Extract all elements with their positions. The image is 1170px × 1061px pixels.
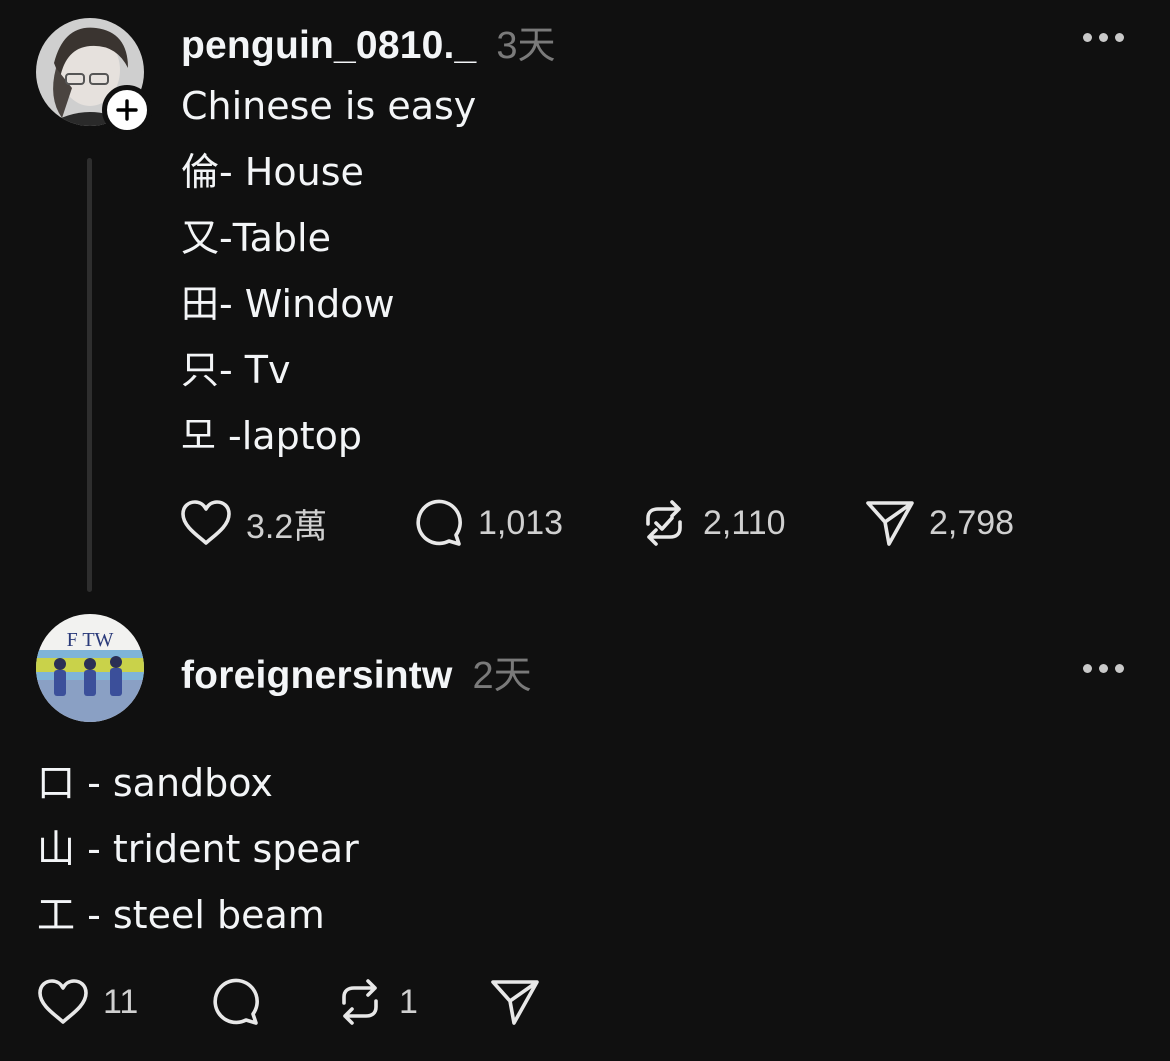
username[interactable]: penguin_0810._ xyxy=(181,24,476,68)
share-icon xyxy=(866,501,914,546)
more-icon[interactable] xyxy=(1083,664,1124,673)
comment-icon xyxy=(213,978,259,1025)
post-line: 又-Table xyxy=(181,216,331,260)
reply-button[interactable] xyxy=(209,977,335,1027)
like-button[interactable]: 3.2萬 xyxy=(180,499,412,548)
action-bar: 3.2萬 1,013 2,110 2,798 xyxy=(180,496,1014,550)
avatar-foreignersintw[interactable]: F TW xyxy=(36,614,144,722)
post-header: foreignersintw 2天 xyxy=(181,644,532,699)
repost-button[interactable]: 2,110 xyxy=(639,498,865,548)
post-body: 口 - sandbox 山 - trident spear 工 - steel … xyxy=(37,750,359,948)
like-button[interactable]: 11 xyxy=(37,978,209,1026)
repost-icon xyxy=(342,979,378,1025)
post-body: Chinese is easy 倫- House 又-Table 田- Wind… xyxy=(181,73,476,469)
post-line: 山 - trident spear xyxy=(37,827,359,871)
post-header: penguin_0810._ 3天 xyxy=(181,14,556,69)
post-line: 倫- House xyxy=(181,150,364,194)
comment-icon xyxy=(416,499,462,546)
reply-count: 1,013 xyxy=(478,503,564,542)
plus-icon xyxy=(116,99,138,121)
repost-icon xyxy=(646,500,682,546)
post-line: 口 - sandbox xyxy=(37,761,273,805)
post-time: 3天 xyxy=(496,25,556,67)
follow-button[interactable] xyxy=(102,85,152,135)
share-icon xyxy=(491,980,539,1025)
post-line: 모 -laptop xyxy=(181,414,362,458)
post-time: 2天 xyxy=(472,655,532,697)
heart-icon xyxy=(38,979,88,1024)
post-line: 田- Window xyxy=(181,282,395,326)
username[interactable]: foreignersintw xyxy=(181,654,453,698)
thread-line xyxy=(87,158,92,592)
repost-button[interactable]: 1 xyxy=(335,977,490,1027)
action-bar: 11 1 xyxy=(37,975,554,1029)
like-count: 11 xyxy=(103,982,139,1021)
post-line: Chinese is easy xyxy=(181,84,477,128)
reply-button[interactable]: 1,013 xyxy=(412,498,639,548)
repost-count: 2,110 xyxy=(703,503,786,542)
avatar-logo-text: F TW xyxy=(67,629,114,651)
heart-icon xyxy=(181,500,231,545)
share-button[interactable]: 2,798 xyxy=(865,499,1014,547)
more-icon[interactable] xyxy=(1083,33,1124,42)
like-count: 3.2萬 xyxy=(246,507,328,546)
share-count: 2,798 xyxy=(929,503,1015,542)
repost-count: 1 xyxy=(399,982,418,1021)
post-line: 工 - steel beam xyxy=(37,893,325,937)
post-line: 只- Tv xyxy=(181,348,291,392)
share-button[interactable] xyxy=(490,978,554,1026)
